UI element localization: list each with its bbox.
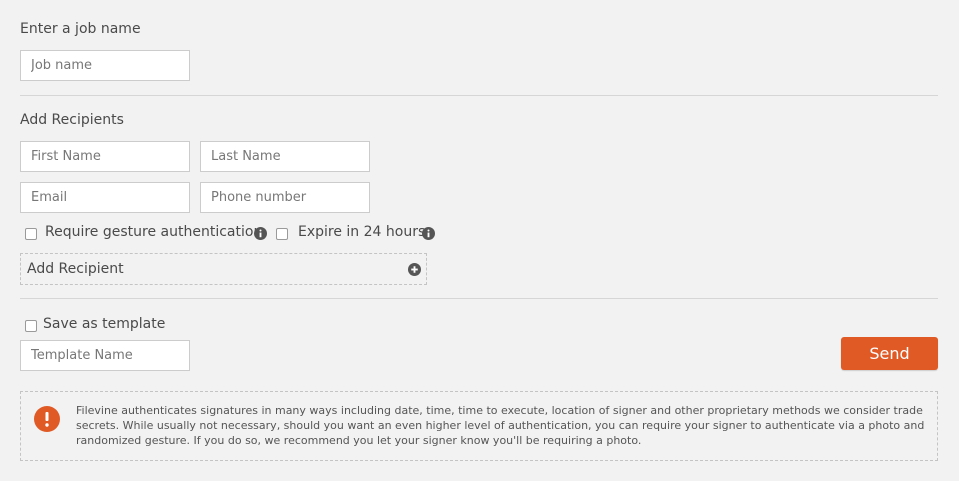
expire-24-hours-checkbox[interactable]	[276, 228, 288, 240]
require-gesture-label[interactable]: Require gesture authentication	[45, 224, 262, 240]
divider	[20, 298, 938, 299]
info-circle-icon	[34, 406, 60, 432]
add-recipient-button[interactable]: Add Recipient	[20, 253, 427, 285]
save-as-template-label[interactable]: Save as template	[43, 316, 165, 332]
expire-24-hours-label[interactable]: Expire in 24 hours	[298, 224, 425, 240]
send-button[interactable]: Send	[841, 337, 938, 370]
info-icon[interactable]	[254, 227, 267, 240]
divider	[20, 95, 938, 96]
authentication-notice: Filevine authenticates signatures in man…	[20, 391, 938, 461]
add-recipient-label: Add Recipient	[27, 261, 124, 277]
info-icon[interactable]	[422, 227, 435, 240]
notice-text: Filevine authenticates signatures in man…	[76, 404, 925, 447]
plus-circle-icon	[408, 263, 421, 276]
require-gesture-checkbox[interactable]	[25, 228, 37, 240]
save-as-template-checkbox[interactable]	[25, 320, 37, 332]
first-name-input[interactable]	[20, 141, 190, 172]
last-name-input[interactable]	[200, 141, 370, 172]
template-name-input[interactable]	[20, 340, 190, 371]
phone-number-input[interactable]	[200, 182, 370, 213]
job-name-input[interactable]	[20, 50, 190, 81]
job-name-section-title: Enter a job name	[20, 21, 141, 37]
email-input[interactable]	[20, 182, 190, 213]
recipients-section-title: Add Recipients	[20, 112, 124, 128]
